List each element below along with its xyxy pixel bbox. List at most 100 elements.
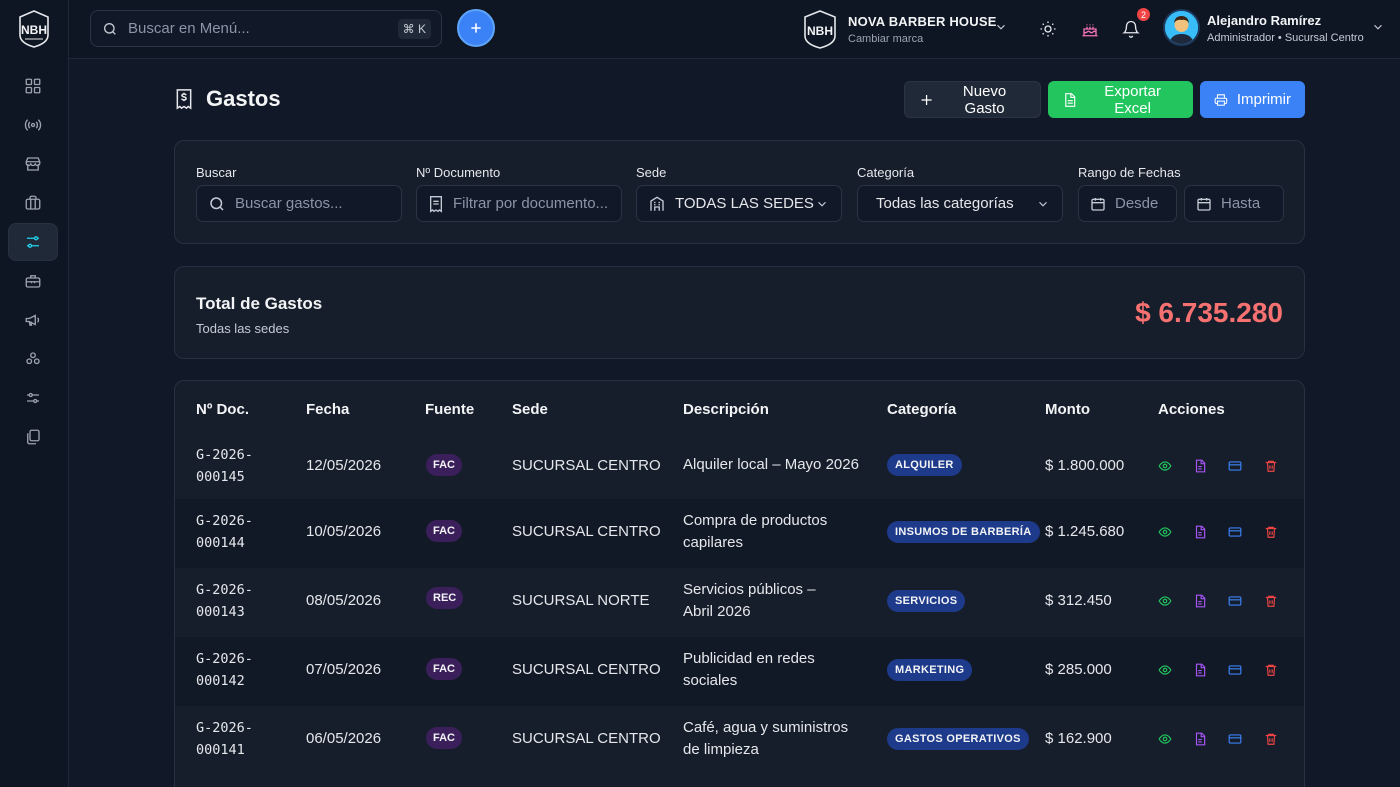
total-card: Total de Gastos Todas las sedes $ 6.735.…	[174, 266, 1305, 359]
brand-switcher[interactable]: NBH NOVA BARBER HOUSE Cambiar marca	[800, 6, 997, 52]
sidebar-item-settings[interactable]	[8, 379, 58, 417]
menu-search-input[interactable]	[128, 20, 388, 37]
store-icon	[25, 157, 41, 171]
sidebar-item-store[interactable]	[8, 145, 58, 183]
menu-search[interactable]: ⌘ K	[90, 10, 442, 47]
payment-icon[interactable]	[1227, 731, 1243, 747]
svg-text:NBH: NBH	[807, 24, 833, 38]
document-icon[interactable]	[1192, 458, 1208, 474]
view-icon[interactable]	[1157, 458, 1173, 474]
bell-icon	[1122, 20, 1140, 38]
payment-icon[interactable]	[1227, 524, 1243, 540]
sidebar-item-finance[interactable]	[8, 223, 58, 261]
doc-number: G-2026- 000145	[196, 447, 253, 485]
document-filter-input[interactable]: Filtrar por documento...	[416, 185, 622, 222]
header-date: Fecha	[306, 401, 350, 418]
plus-icon	[921, 94, 932, 105]
chevron-down-icon	[1039, 201, 1047, 207]
date-range-label: Rango de Fechas	[1078, 165, 1181, 180]
description: Servicios públicos – Abril 2026	[683, 581, 816, 620]
sidebar-item-tools[interactable]	[8, 262, 58, 300]
view-icon[interactable]	[1157, 524, 1173, 540]
doc-number: G-2026- 000141	[196, 720, 253, 758]
search-label: Buscar	[196, 165, 237, 180]
document-icon[interactable]	[1192, 524, 1208, 540]
user-menu[interactable]: Alejandro Ramírez Administrador • Sucurs…	[1207, 13, 1364, 44]
doc-number: G-2026- 000143	[196, 582, 253, 620]
network-icon	[26, 352, 40, 365]
chevron-down-icon[interactable]	[994, 20, 1008, 39]
trash-icon[interactable]	[1263, 524, 1279, 540]
table-row[interactable]: G-2026- 000143 08/05/2026 REC SUCURSAL NO…	[175, 568, 1304, 637]
filters-card: Buscar Buscar gastos... Nº Documento Fil…	[174, 140, 1305, 244]
sede: SUCURSAL CENTRO	[512, 523, 661, 540]
trash-icon[interactable]	[1263, 593, 1279, 609]
brand-logo[interactable]: NBH	[12, 8, 56, 50]
category-value: Todas las categorías	[876, 195, 1014, 212]
sidebar-item-documents[interactable]	[8, 418, 58, 456]
amount: $ 162.900	[1045, 730, 1112, 747]
document-icon[interactable]	[1192, 593, 1208, 609]
total-sublabel: Todas las sedes	[196, 321, 290, 336]
table-row[interactable]: G-2026- 000141 06/05/2026 FAC SUCURSAL CE…	[175, 706, 1304, 775]
new-expense-button[interactable]: Nuevo Gasto	[904, 81, 1041, 118]
quick-add-button[interactable]	[457, 9, 495, 47]
table-row[interactable]: G-2026- 000144 10/05/2026 FAC SUCURSAL CE…	[175, 499, 1304, 568]
dashboard-icon	[25, 78, 41, 94]
plus-icon	[471, 23, 481, 33]
document-icon[interactable]	[1192, 662, 1208, 678]
sidebar-item-marketing[interactable]	[8, 301, 58, 339]
view-icon[interactable]	[1157, 731, 1173, 747]
category-badge: MARKETING	[887, 659, 973, 681]
trash-icon[interactable]	[1263, 662, 1279, 678]
notifications-button[interactable]	[1120, 18, 1142, 40]
print-button[interactable]: Imprimir	[1200, 81, 1305, 118]
table-row[interactable]: G-2026- 000142 07/05/2026 FAC SUCURSAL CE…	[175, 637, 1304, 706]
expenses-table: Nº Doc. Fecha Fuente Sede Descripción Ca…	[174, 380, 1305, 787]
avatar[interactable]	[1163, 9, 1200, 46]
cake-icon	[1082, 24, 1098, 37]
search-icon	[104, 22, 116, 35]
view-icon[interactable]	[1157, 662, 1173, 678]
sidebar-item-network[interactable]	[8, 340, 58, 378]
documents-icon	[27, 429, 40, 445]
category-select[interactable]: Todas las categorías	[857, 185, 1063, 222]
new-expense-label: Nuevo Gasto	[962, 82, 1007, 117]
view-icon[interactable]	[1157, 593, 1173, 609]
header-category: Categoría	[887, 401, 957, 418]
source-badge: FAC	[426, 658, 462, 680]
user-role: Administrador • Sucursal Centro	[1207, 32, 1364, 44]
document-icon[interactable]	[1192, 731, 1208, 747]
source-badge: FAC	[426, 454, 462, 476]
payment-icon[interactable]	[1227, 458, 1243, 474]
description: Café, agua y suministros de limpieza	[683, 719, 849, 758]
total-label: Total de Gastos	[196, 294, 323, 313]
category-badge: GASTOS OPERATIVOS	[887, 728, 1029, 750]
sede: SUCURSAL CENTRO	[512, 730, 661, 747]
nbh-logo-icon: NBH	[19, 10, 49, 48]
search-input[interactable]: Buscar gastos...	[196, 185, 402, 222]
trash-icon[interactable]	[1263, 458, 1279, 474]
topbar: ⌘ K NBH NOVA BARBER HOUSE Cambiar marca …	[69, 0, 1400, 59]
trash-icon[interactable]	[1263, 731, 1279, 747]
export-excel-button[interactable]: Exportar Excel	[1048, 81, 1193, 118]
payment-icon[interactable]	[1227, 662, 1243, 678]
source-badge: REC	[426, 587, 464, 609]
sidebar-item-live[interactable]	[8, 106, 58, 144]
header-description: Descripción	[683, 401, 769, 418]
birthdays-button[interactable]	[1079, 18, 1101, 40]
date-from-input[interactable]: Desde	[1078, 185, 1177, 222]
date: 12/05/2026	[306, 457, 382, 474]
sidebar-item-dashboard[interactable]	[8, 67, 58, 105]
header-doc: Nº Doc.	[196, 401, 249, 418]
sidebar-item-portfolio[interactable]	[8, 184, 58, 222]
date-to-input[interactable]: Hasta	[1184, 185, 1284, 222]
theme-toggle[interactable]	[1037, 18, 1059, 40]
table-row[interactable]: G-2026- 000145 12/05/2026 FAC SUCURSAL CE…	[175, 431, 1304, 500]
svg-text:NBH: NBH	[21, 23, 47, 37]
sede-value: TODAS LAS SEDES	[675, 195, 814, 212]
chevron-down-icon[interactable]	[1371, 20, 1385, 39]
payment-icon[interactable]	[1227, 593, 1243, 609]
sede-select[interactable]: TODAS LAS SEDES	[636, 185, 842, 222]
date: 06/05/2026	[306, 730, 382, 747]
